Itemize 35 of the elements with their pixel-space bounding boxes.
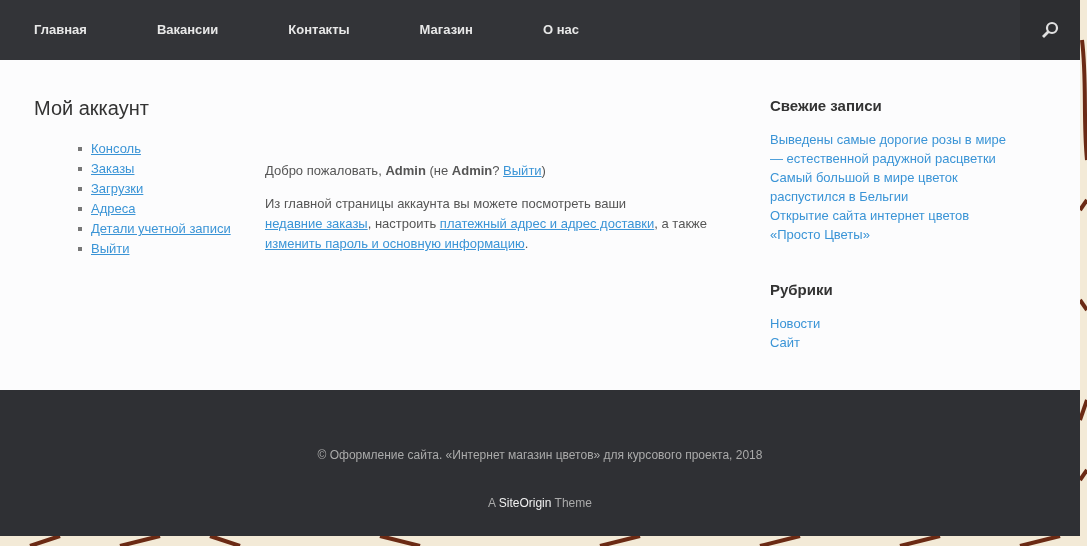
list-bullet <box>78 187 82 191</box>
account-menu-link[interactable]: Консоль <box>91 139 141 159</box>
theme-link[interactable]: SiteOrigin <box>498 496 552 510</box>
inline-link[interactable]: недавние заказы <box>265 216 368 231</box>
inline-link[interactable]: Выйти <box>503 163 542 178</box>
widget-title: Свежие записи <box>770 97 883 115</box>
account-menu-link[interactable]: Адреса <box>91 199 136 219</box>
theme-credit: A SiteOrigin Theme <box>488 495 592 512</box>
widget-link[interactable]: Новости <box>770 314 1020 333</box>
account-paragraph: Добро пожаловать, Admin (не Admin? Выйти) <box>265 162 547 180</box>
nav-link[interactable]: Контакты <box>288 20 350 40</box>
list-bullet <box>78 147 82 151</box>
list-bullet <box>78 247 82 251</box>
widget-link[interactable]: Открытие сайта интернет цветов «Просто Цветы» <box>770 206 1020 244</box>
widget-link[interactable]: Самый большой в мире цветок распустился в Бельгии <box>770 168 1020 206</box>
list-bullet <box>78 207 82 211</box>
page-title: Мой аккаунт <box>34 96 150 120</box>
list-bullet <box>78 227 82 231</box>
list-bullet <box>78 167 82 171</box>
copyright-text: © Оформление сайта. «Интернет магазин цветов» для курсового проекта, 2018 <box>317 447 763 464</box>
account-menu-link[interactable]: Загрузки <box>91 179 144 199</box>
search-button[interactable] <box>1020 0 1080 60</box>
nav-link[interactable]: Вакансии <box>156 20 219 40</box>
widget-link[interactable]: Выведены самые дорогие розы в мире — естественной радужной расцветки <box>770 130 1020 168</box>
account-menu-link[interactable]: Выйти <box>91 239 130 259</box>
nav-link[interactable]: Магазин <box>419 20 473 40</box>
search-icon <box>1041 21 1059 39</box>
widget-link[interactable]: Сайт <box>770 333 1020 352</box>
account-paragraph: Из главной страницы аккаунта вы можете посмотреть ваши недавние заказы, настроить платежный адрес и адрес доставки, а также изменить пароль и основную информацию. <box>265 195 708 253</box>
nav-link[interactable]: Главная <box>34 20 87 40</box>
account-menu-link[interactable]: Заказы <box>91 159 135 179</box>
inline-link[interactable]: изменить пароль и основную информацию <box>265 236 525 251</box>
account-menu-link[interactable]: Детали учетной записи <box>91 219 231 239</box>
widget-title: Рубрики <box>770 281 834 299</box>
nav-link[interactable]: О нас <box>542 20 579 40</box>
